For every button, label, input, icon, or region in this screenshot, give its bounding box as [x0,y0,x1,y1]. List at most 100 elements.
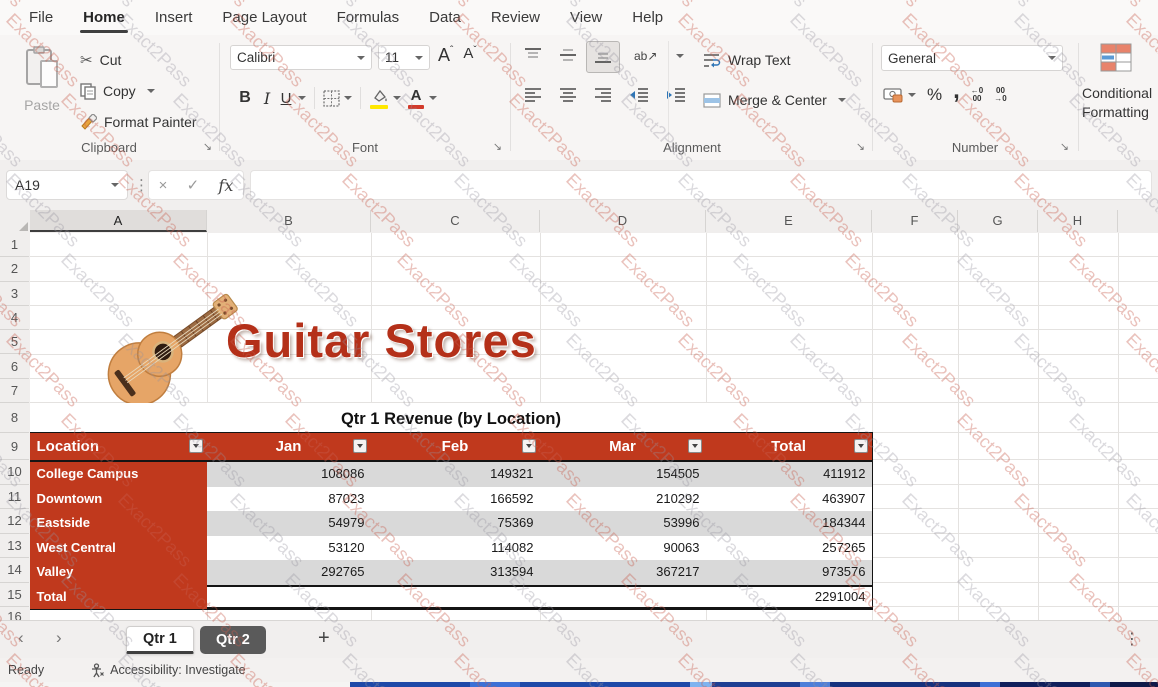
tab-help[interactable]: Help [617,0,678,35]
column-header[interactable]: C [371,210,540,232]
cell-value[interactable]: 87023 [207,487,371,512]
row-header[interactable]: 10 [0,460,29,485]
chevron-down-icon[interactable] [147,89,155,93]
merge-center-chevron[interactable] [838,98,846,102]
cell-value[interactable]: 411912 [706,462,872,487]
table-title[interactable]: Qtr 1 Revenue (by Location) [30,403,872,433]
cell-value[interactable]: 114082 [371,536,540,561]
enter-icon[interactable]: ✓ [187,176,200,194]
decrease-indent-icon[interactable] [628,87,650,103]
cell-value[interactable]: 2291004 [706,585,872,610]
cell-value[interactable]: 149321 [371,462,540,487]
name-box[interactable]: A19 [6,170,128,200]
cut-button[interactable]: ✂ Cut [80,47,197,73]
header-cell-location[interactable]: Location [30,433,207,460]
cell-value[interactable]: 463907 [706,487,872,512]
accounting-format-button[interactable] [883,88,903,103]
cell-value[interactable]: 53996 [540,511,706,536]
tab-file[interactable]: File [14,0,68,35]
merge-center-button[interactable]: Merge & Center [703,87,846,113]
middle-align-icon[interactable] [558,47,578,64]
bottom-align-icon[interactable] [593,47,613,64]
header-cell-total[interactable]: Total [706,433,872,460]
cell-location[interactable]: Eastside [30,511,207,536]
tabbar-more-dots-icon[interactable]: ⋮ [1124,629,1140,649]
font-name-combo[interactable]: Calibri [230,45,372,70]
cell-value[interactable]: 166592 [371,487,540,512]
cell-value[interactable] [540,585,706,610]
row-header[interactable]: 8 [0,403,29,433]
cell-value[interactable] [371,585,540,610]
row-header[interactable]: 9 [0,433,29,460]
align-left-icon[interactable] [523,87,543,103]
conditional-formatting-button[interactable]: Conditional Formatting [1082,43,1158,122]
row-header[interactable]: 1 [0,233,29,257]
cancel-icon[interactable]: × [159,177,168,194]
column-header[interactable]: B [207,210,371,232]
row-header[interactable]: 3 [0,282,29,306]
header-cell-feb[interactable]: Feb [371,433,540,460]
borders-button[interactable] [323,90,340,107]
align-right-icon[interactable] [593,87,613,103]
cells-area[interactable]: Guitar Stores Qtr 1 Revenue (by Location… [30,233,1158,620]
row-header[interactable]: 2 [0,257,29,281]
alignment-dialog-launcher[interactable]: ↘ [856,140,865,153]
align-center-icon[interactable] [558,87,578,103]
cell-value[interactable]: 184344 [706,511,872,536]
underline-options-chevron[interactable] [298,96,306,100]
column-header[interactable]: E [706,210,872,232]
name-box-chevron[interactable] [111,183,119,187]
cell-value[interactable]: 313594 [371,560,540,585]
filter-button[interactable] [353,439,367,453]
format-painter-button[interactable]: Format Painter [80,109,197,135]
font-dialog-launcher[interactable]: ↘ [493,140,502,153]
cell-location[interactable]: Valley [30,560,207,585]
cell-value[interactable]: 90063 [540,536,706,561]
cell-location[interactable]: College Campus [30,462,207,487]
percent-style-button[interactable]: % [927,85,942,105]
select-all-corner[interactable] [0,210,31,234]
row-header[interactable]: 4 [0,306,29,330]
formula-input[interactable] [250,170,1152,200]
tab-view[interactable]: View [555,0,617,35]
copy-button[interactable]: Copy [80,78,197,104]
bold-button[interactable]: B [234,89,256,107]
column-header[interactable]: D [540,210,706,232]
cell-value[interactable]: 973576 [706,560,872,585]
tab-home[interactable]: Home [68,0,140,35]
grow-font-button[interactable]: Aˆ [438,45,453,66]
orientation-button[interactable]: ab↗ [634,49,657,63]
increase-decimal-button[interactable]: ←000 [971,87,983,103]
cell-location[interactable]: Total [30,585,207,610]
clipboard-dialog-launcher[interactable]: ↘ [203,140,212,153]
font-size-combo[interactable]: 11 [378,45,430,70]
column-header[interactable]: G [958,210,1038,232]
cell-value[interactable]: 367217 [540,560,706,585]
number-format-combo[interactable]: General [881,45,1063,71]
cell-value[interactable]: 210292 [540,487,706,512]
sheet-tab-qtr1[interactable]: Qtr 1 [126,626,194,654]
row-header[interactable]: 13 [0,534,29,559]
decrease-decimal-button[interactable]: 00→0 [994,87,1006,103]
orientation-chevron[interactable] [676,54,684,58]
header-cell-jan[interactable]: Jan [207,433,371,460]
next-sheet-arrow-icon[interactable]: › [56,628,62,648]
sheet-tab-qtr2[interactable]: Qtr 2 [200,626,266,654]
wrap-text-button[interactable]: Wrap Text [703,47,791,73]
more-options-dots-icon[interactable]: ⋮ [134,176,149,194]
new-sheet-button[interactable]: + [318,627,330,650]
cell-value[interactable] [207,585,371,610]
column-header[interactable]: A [30,210,207,232]
row-header[interactable]: 5 [0,330,29,354]
top-align-icon[interactable] [523,47,543,64]
cell-value[interactable]: 54979 [207,511,371,536]
row-header[interactable]: 12 [0,509,29,534]
cell-value[interactable]: 154505 [540,462,706,487]
column-header[interactable]: H [1038,210,1118,232]
cell-value[interactable]: 53120 [207,536,371,561]
filter-button[interactable] [189,439,203,453]
tab-data[interactable]: Data [414,0,476,35]
paste-button[interactable]: Paste [14,45,70,149]
cell-value[interactable]: 75369 [371,511,540,536]
cell-location[interactable]: West Central [30,536,207,561]
